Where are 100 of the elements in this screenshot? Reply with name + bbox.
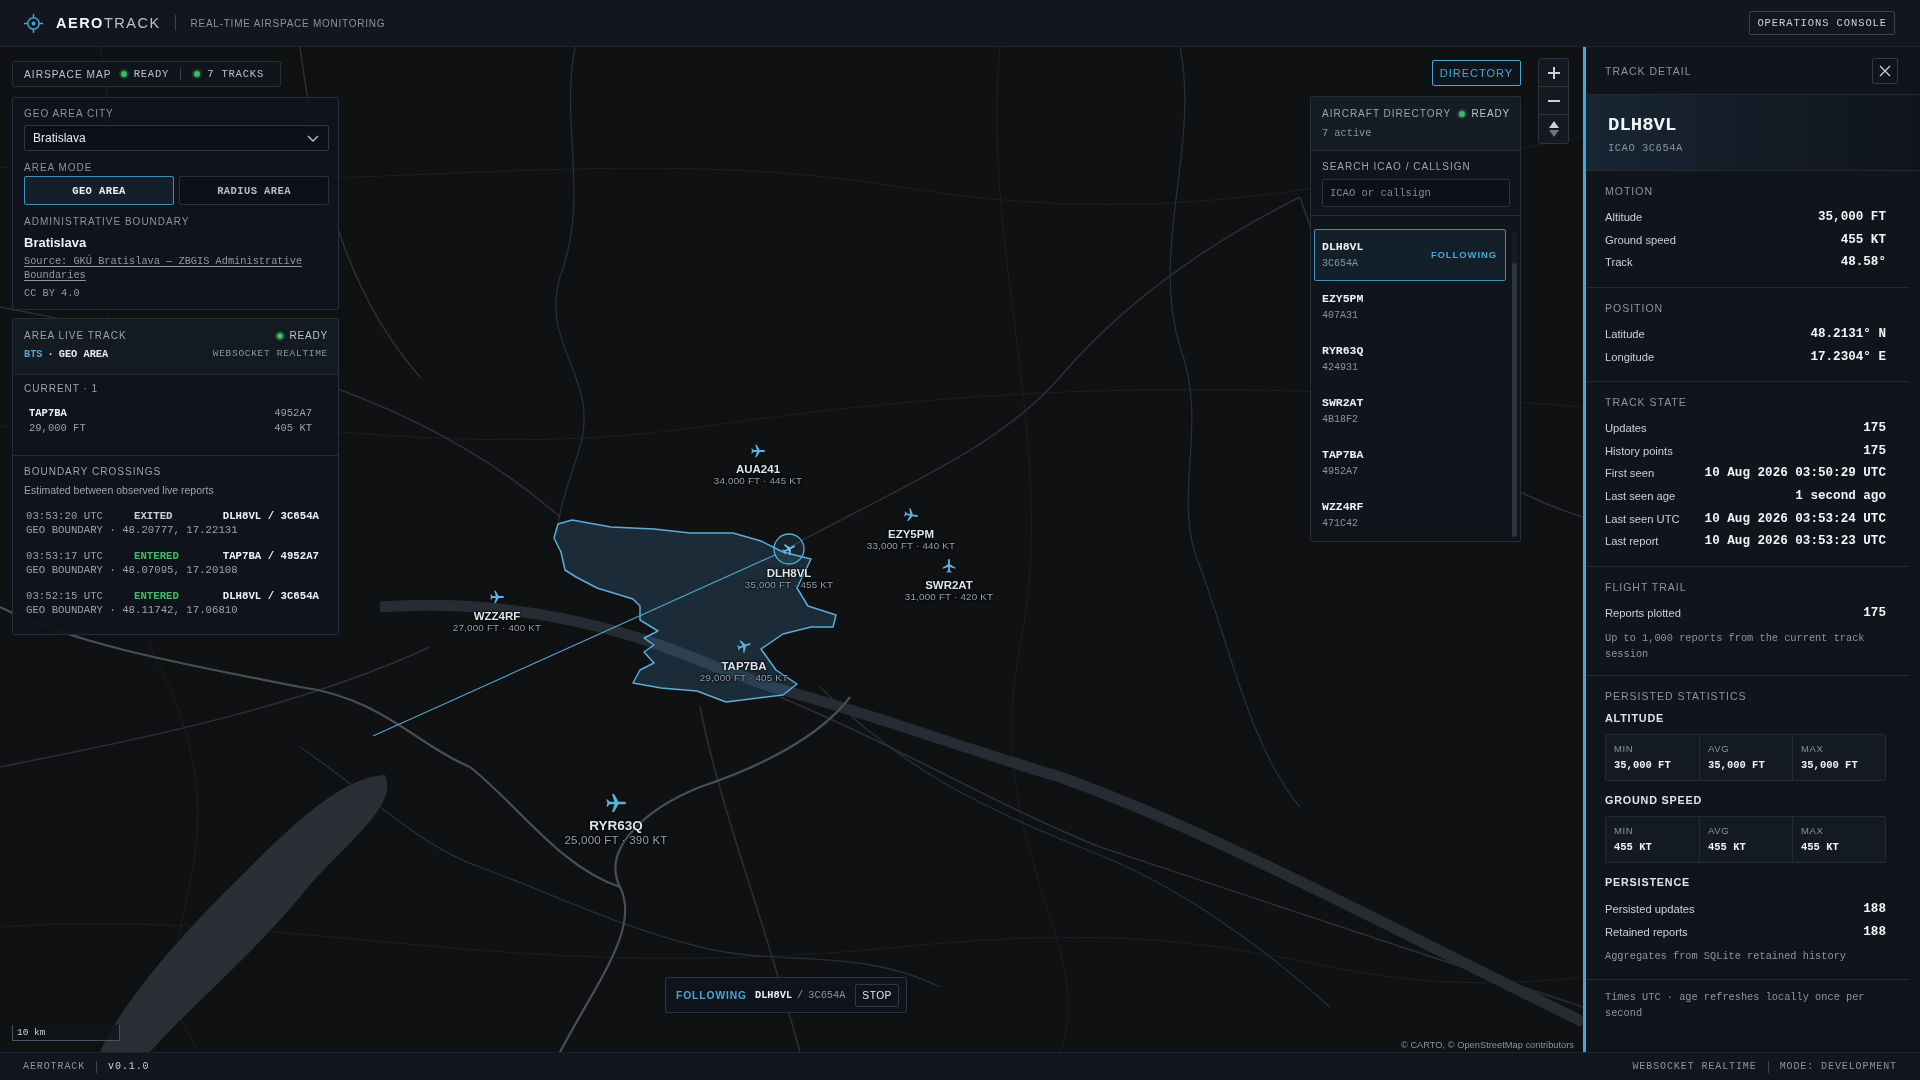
app-name: AEROTRACK bbox=[56, 15, 161, 31]
field-value: 48.2131° N bbox=[1810, 327, 1886, 342]
aircraft-icon[interactable] bbox=[737, 639, 751, 653]
crossing-event: ENTERED bbox=[134, 549, 180, 563]
separator-text: / bbox=[797, 989, 804, 1001]
stat-value: 455 KT bbox=[1708, 840, 1747, 855]
field-value: 10 Aug 2026 03:53:24 UTC bbox=[1704, 511, 1886, 526]
aircraft-list-item[interactable]: EZY5PM 407A31 bbox=[1314, 281, 1507, 333]
field-value: 48.58° bbox=[1840, 255, 1886, 270]
aircraft-icon[interactable] bbox=[904, 508, 918, 522]
aircraft-list-item[interactable]: TAP7BA 4952A7 bbox=[1314, 437, 1507, 489]
compass-arrows-icon bbox=[1548, 121, 1559, 137]
field-label: Persisted updates bbox=[1605, 903, 1695, 916]
list-scrollbar[interactable] bbox=[1512, 231, 1517, 537]
aircraft-icao: 4952A7 bbox=[274, 406, 312, 421]
source-link[interactable]: Source: GKÚ Bratislava — ZBGIS Administrative Boundaries bbox=[24, 254, 329, 282]
crossing-location: GEO BOUNDARY · 48.11742, 17.06810 bbox=[26, 603, 239, 617]
field-value: 10 Aug 2026 03:50:29 UTC bbox=[1704, 466, 1886, 481]
mode-text: MODE: DEVELOPMENT bbox=[1779, 1061, 1897, 1072]
area-mode-tab[interactable]: RADIUS AREA bbox=[179, 176, 329, 205]
aircraft-callsign: EZY5PM bbox=[1322, 291, 1364, 307]
stat-value: 455 KT bbox=[1614, 840, 1653, 855]
stat-value: 455 KT bbox=[1801, 840, 1840, 855]
aircraft-icon[interactable] bbox=[751, 444, 765, 458]
aircraft-list-item[interactable]: RYR63Q 424931 bbox=[1314, 333, 1507, 385]
aircraft-altitude-speed: 31,000 FT · 420 KT bbox=[904, 591, 994, 603]
track-count: 7 TRACKS bbox=[207, 68, 264, 80]
field-value: 1 second ago bbox=[1795, 489, 1886, 504]
version-text: v0.1.0 bbox=[108, 1061, 150, 1072]
crosshair-logo-icon bbox=[24, 13, 43, 33]
field-label: SEARCH ICAO / CALLSIGN bbox=[1322, 160, 1472, 174]
aircraft-list-item[interactable]: WZZ4RF 471C42 bbox=[1314, 489, 1507, 541]
aircraft-altitude: 29,000 FT bbox=[29, 421, 86, 436]
area-tag: GEO AREA bbox=[58, 347, 109, 361]
field-label: Longitude bbox=[1605, 350, 1655, 363]
field-label: GEO AREA CITY bbox=[24, 107, 115, 121]
aircraft-icon[interactable] bbox=[606, 793, 626, 813]
city-select[interactable]: Bratislava bbox=[24, 125, 329, 151]
section-note: Aggregates from SQLite retained history bbox=[1605, 949, 1847, 965]
aircraft-callsign: EZY5PM bbox=[888, 528, 934, 540]
aircraft-altitude-speed: 27,000 FT · 400 KT bbox=[452, 622, 542, 634]
aircraft-altitude-speed: 29,000 FT · 405 KT bbox=[699, 672, 789, 684]
transport-text: WEBSOCKET REALTIME bbox=[1632, 1061, 1757, 1072]
field-label: Last seen UTC bbox=[1605, 512, 1680, 525]
stat-value: 35,000 FT bbox=[1801, 758, 1859, 773]
status-dot-icon bbox=[118, 69, 129, 79]
aircraft-callsign: RYR63Q bbox=[589, 818, 643, 833]
aircraft-callsign: SWR2AT bbox=[1322, 395, 1364, 411]
followed-icao: 3C654A bbox=[808, 989, 846, 1001]
operations-console-button[interactable]: OPERATIONS CONSOLE bbox=[1749, 11, 1895, 35]
plus-icon bbox=[1547, 66, 1560, 79]
transport-text: WEBSOCKET REALTIME bbox=[212, 347, 328, 361]
stat-label: AVG bbox=[1708, 824, 1731, 838]
aircraft-callsign: TAP7BA bbox=[1322, 447, 1364, 463]
field-value: 35,000 FT bbox=[1817, 210, 1886, 225]
field-label: AREA MODE bbox=[24, 161, 94, 175]
aircraft-icao: 407A31 bbox=[1322, 309, 1359, 323]
crossing-time: 03:52:15 UTC bbox=[26, 589, 104, 603]
field-value: 175 bbox=[1863, 443, 1886, 458]
field-value: 455 KT bbox=[1840, 232, 1886, 247]
section-title: MOTION bbox=[1605, 184, 1654, 198]
aircraft-icao: 3C654A bbox=[1322, 257, 1359, 271]
aircraft-icon[interactable] bbox=[490, 590, 504, 604]
aircraft-callsign: WZZ4RF bbox=[1322, 499, 1364, 515]
aircraft-list-item[interactable]: DLH8VL 3C654A FOLLOWING bbox=[1314, 229, 1507, 281]
aircraft-altitude-speed: 33,000 FT · 440 KT bbox=[866, 540, 956, 552]
status-dot-icon bbox=[1456, 109, 1467, 119]
aircraft-speed: 405 KT bbox=[274, 421, 312, 436]
aircraft-icao: ICAO 3C654A bbox=[1608, 141, 1684, 155]
aircraft-icon[interactable] bbox=[942, 559, 956, 573]
close-button[interactable] bbox=[1872, 57, 1898, 84]
map-scale: 10 km bbox=[12, 1025, 120, 1041]
area-mode-tab[interactable]: GEO AREA bbox=[24, 176, 174, 205]
aircraft-callsign: WZZ4RF bbox=[473, 610, 521, 622]
field-label: History points bbox=[1605, 444, 1673, 457]
aircraft-callsign: DLH8VL bbox=[1608, 113, 1678, 137]
aircraft-callsign: DLH8VL bbox=[1322, 239, 1364, 255]
aircraft-icon[interactable] bbox=[773, 533, 805, 565]
minus-icon bbox=[1547, 99, 1560, 102]
aircraft-icao: 424931 bbox=[1322, 361, 1359, 375]
separator-dot: · bbox=[47, 347, 54, 361]
stat-label: MAX bbox=[1801, 824, 1825, 838]
stop-button[interactable]: STOP bbox=[855, 983, 899, 1007]
crossing-location: GEO BOUNDARY · 48.20777, 17.22131 bbox=[26, 523, 239, 537]
crossing-aircraft: DLH8VL / 3C654A bbox=[222, 509, 319, 523]
section-title: FLIGHT TRAIL bbox=[1605, 579, 1688, 594]
search-field[interactable]: ICAO or callsign bbox=[1322, 179, 1510, 207]
crossing-event: EXITED bbox=[134, 509, 174, 523]
following-status-text: FOLLOWING bbox=[1430, 249, 1498, 260]
section-title: PERSISTED STATISTICS bbox=[1605, 689, 1748, 704]
field-label: Ground speed bbox=[1605, 233, 1676, 246]
stat-value: 35,000 FT bbox=[1614, 758, 1672, 773]
aircraft-list-item[interactable]: SWR2AT 4B18F2 bbox=[1314, 385, 1507, 437]
aircraft-callsign: AUA241 bbox=[735, 463, 781, 475]
app-subtitle: REAL-TIME AIRSPACE MONITORING bbox=[190, 17, 386, 29]
field-label: First seen bbox=[1605, 467, 1655, 480]
directory-button[interactable]: DIRECTORY bbox=[1432, 60, 1521, 86]
map-attribution: © CARTO, © OpenStreetMap contributors bbox=[1400, 1040, 1574, 1050]
field-label: Reports plotted bbox=[1605, 606, 1681, 619]
field-label: Updates bbox=[1605, 422, 1647, 435]
